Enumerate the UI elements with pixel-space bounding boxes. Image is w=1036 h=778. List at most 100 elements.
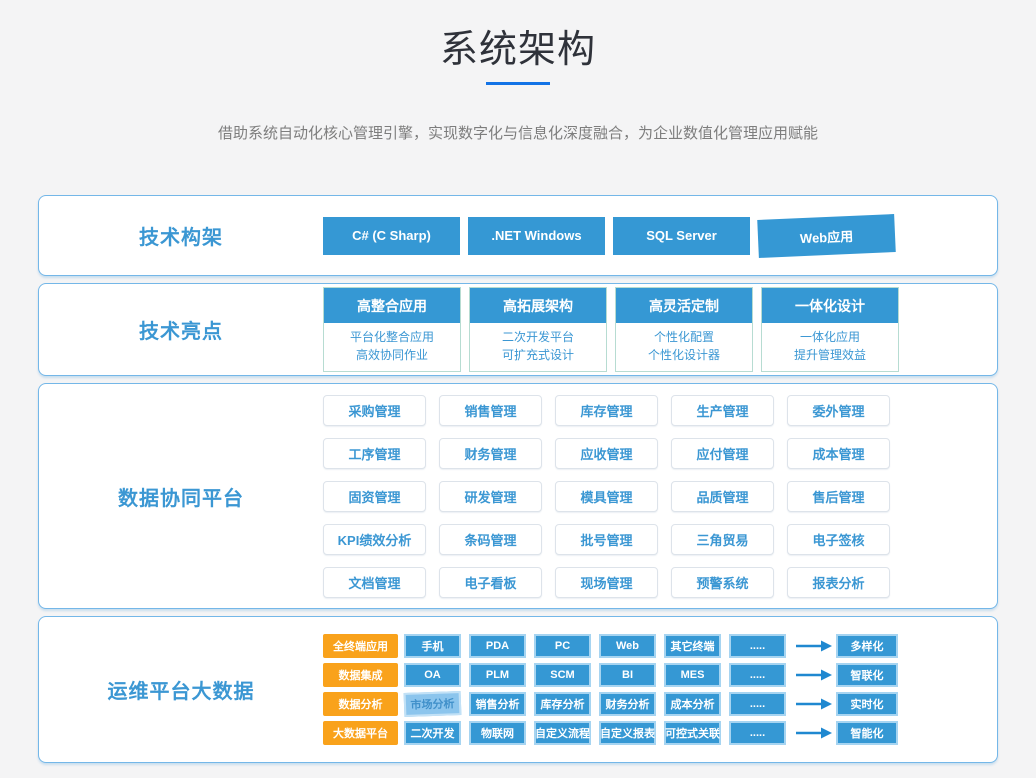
bigdata-tile: ..... [729, 692, 786, 716]
section-bigdata: 运维平台大数据 全终端应用 手机 PDA PC Web 其它终端 ..... 多… [38, 616, 998, 763]
highlight-card-title: 高拓展架构 [470, 288, 606, 323]
tech-item-web: Web应用 [757, 214, 896, 258]
architecture-diagram: 技术构架 C# (C Sharp) .NET Windows SQL Serve… [38, 195, 998, 763]
tech-stack-row: C# (C Sharp) .NET Windows SQL Server Web… [323, 217, 997, 255]
bigdata-tile: MES [664, 663, 721, 687]
highlight-card-body: 二次开发平台 可扩充式设计 [470, 323, 606, 371]
module-button: 三角贸易 [671, 524, 774, 555]
bigdata-tile: 销售分析 [469, 692, 526, 716]
arrow-right-icon [796, 640, 832, 652]
page-subtitle: 借助系统自动化核心管理引擎，实现数字化与信息化深度融合，为企业数值化管理应用赋能 [0, 122, 1036, 143]
bigdata-tile: ..... [729, 721, 786, 745]
highlight-line: 二次开发平台 [470, 328, 606, 346]
module-button: 采购管理 [323, 395, 426, 426]
bigdata-tile: 财务分析 [599, 692, 656, 716]
category-button: 全终端应用 [323, 634, 398, 658]
module-button: 委外管理 [787, 395, 890, 426]
highlight-card-body: 平台化整合应用 高效协同作业 [324, 323, 460, 371]
bigdata-tile: SCM [534, 663, 591, 687]
section-label-tech-stack: 技术构架 [39, 221, 323, 250]
result-tile: 多样化 [836, 634, 898, 658]
result-tile: 实时化 [836, 692, 898, 716]
section-label-highlights: 技术亮点 [39, 315, 323, 344]
page-title: 系统架构 [0, 0, 1036, 73]
bigdata-row: 数据集成 OA PLM SCM BI MES ..... 智联化 [323, 663, 997, 687]
module-button: 固资管理 [323, 481, 426, 512]
arrow-right-icon [796, 669, 832, 681]
module-button: 工序管理 [323, 438, 426, 469]
highlight-line: 一体化应用 [762, 328, 898, 346]
bigdata-row: 大数据平台 二次开发 物联网 自定义流程 自定义报表 可控式关联 ..... 智… [323, 721, 997, 745]
tech-item-sqlserver: SQL Server [613, 217, 750, 255]
bigdata-tile: 二次开发 [404, 721, 461, 745]
highlight-card: 高整合应用 平台化整合应用 高效协同作业 [323, 287, 461, 372]
module-button: 预警系统 [671, 567, 774, 598]
arrow-right-icon [796, 698, 832, 710]
module-button: KPI绩效分析 [323, 524, 426, 555]
module-button: 成本管理 [787, 438, 890, 469]
module-button: 应收管理 [555, 438, 658, 469]
module-button: 现场管理 [555, 567, 658, 598]
bigdata-tile: PLM [469, 663, 526, 687]
data-platform-grid: 采购管理 销售管理 库存管理 生产管理 委外管理 工序管理 财务管理 应收管理 … [323, 395, 997, 598]
highlights-row: 高整合应用 平台化整合应用 高效协同作业 高拓展架构 二次开发平台 可扩充式设计… [323, 287, 997, 372]
highlight-line: 可扩充式设计 [470, 346, 606, 364]
bigdata-tile: 其它终端 [664, 634, 721, 658]
module-button: 生产管理 [671, 395, 774, 426]
category-button: 数据分析 [323, 692, 398, 716]
bigdata-tile: 可控式关联 [664, 721, 721, 745]
highlight-card: 一体化设计 一体化应用 提升管理效益 [761, 287, 899, 372]
module-button: 财务管理 [439, 438, 542, 469]
highlight-line: 个性化设计器 [616, 346, 752, 364]
module-button: 模具管理 [555, 481, 658, 512]
highlight-card-body: 个性化配置 个性化设计器 [616, 323, 752, 371]
bigdata-tile: 成本分析 [664, 692, 721, 716]
bigdata-tile: 手机 [404, 634, 461, 658]
bigdata-tile: Web [599, 634, 656, 658]
section-label-bigdata: 运维平台大数据 [39, 675, 323, 704]
bigdata-tile: 自定义报表 [599, 721, 656, 745]
highlight-card-title: 高灵活定制 [616, 288, 752, 323]
bigdata-row: 全终端应用 手机 PDA PC Web 其它终端 ..... 多样化 [323, 634, 997, 658]
bigdata-tile: OA [404, 663, 461, 687]
module-button: 销售管理 [439, 395, 542, 426]
module-button: 售后管理 [787, 481, 890, 512]
highlight-card-title: 一体化设计 [762, 288, 898, 323]
module-button: 库存管理 [555, 395, 658, 426]
bigdata-tile: ..... [729, 634, 786, 658]
data-platform-grid-wrap: 采购管理 销售管理 库存管理 生产管理 委外管理 工序管理 财务管理 应收管理 … [323, 395, 997, 598]
highlight-line: 个性化配置 [616, 328, 752, 346]
highlight-card-body: 一体化应用 提升管理效益 [762, 323, 898, 371]
title-underline [486, 82, 550, 85]
tech-item-dotnet: .NET Windows [468, 217, 605, 255]
module-button: 研发管理 [439, 481, 542, 512]
highlight-card: 高拓展架构 二次开发平台 可扩充式设计 [469, 287, 607, 372]
result-tile: 智联化 [836, 663, 898, 687]
section-data-platform: 数据协同平台 采购管理 销售管理 库存管理 生产管理 委外管理 工序管理 财务管… [38, 383, 998, 609]
bigdata-tile: 物联网 [469, 721, 526, 745]
highlight-line: 高效协同作业 [324, 346, 460, 364]
highlight-line: 平台化整合应用 [324, 328, 460, 346]
module-button: 应付管理 [671, 438, 774, 469]
category-button: 数据集成 [323, 663, 398, 687]
bigdata-tile: 自定义流程 [534, 721, 591, 745]
arrow-right-icon [796, 727, 832, 739]
module-button: 报表分析 [787, 567, 890, 598]
bigdata-tile: PC [534, 634, 591, 658]
module-button: 品质管理 [671, 481, 774, 512]
module-button: 条码管理 [439, 524, 542, 555]
bigdata-tile: BI [599, 663, 656, 687]
module-button: 电子看板 [439, 567, 542, 598]
module-button: 电子签核 [787, 524, 890, 555]
bigdata-rows: 全终端应用 手机 PDA PC Web 其它终端 ..... 多样化 数据集成 … [323, 634, 997, 745]
tech-item-csharp: C# (C Sharp) [323, 217, 460, 255]
section-highlights: 技术亮点 高整合应用 平台化整合应用 高效协同作业 高拓展架构 二次开发平台 可… [38, 283, 998, 376]
section-label-data-platform: 数据协同平台 [39, 482, 323, 511]
bigdata-tile: ..... [729, 663, 786, 687]
module-button: 批号管理 [555, 524, 658, 555]
section-tech-stack: 技术构架 C# (C Sharp) .NET Windows SQL Serve… [38, 195, 998, 276]
category-button: 大数据平台 [323, 721, 398, 745]
bigdata-tile: 市场分析 [404, 691, 462, 717]
page: 系统架构 借助系统自动化核心管理引擎，实现数字化与信息化深度融合，为企业数值化管… [0, 0, 1036, 778]
highlight-card: 高灵活定制 个性化配置 个性化设计器 [615, 287, 753, 372]
